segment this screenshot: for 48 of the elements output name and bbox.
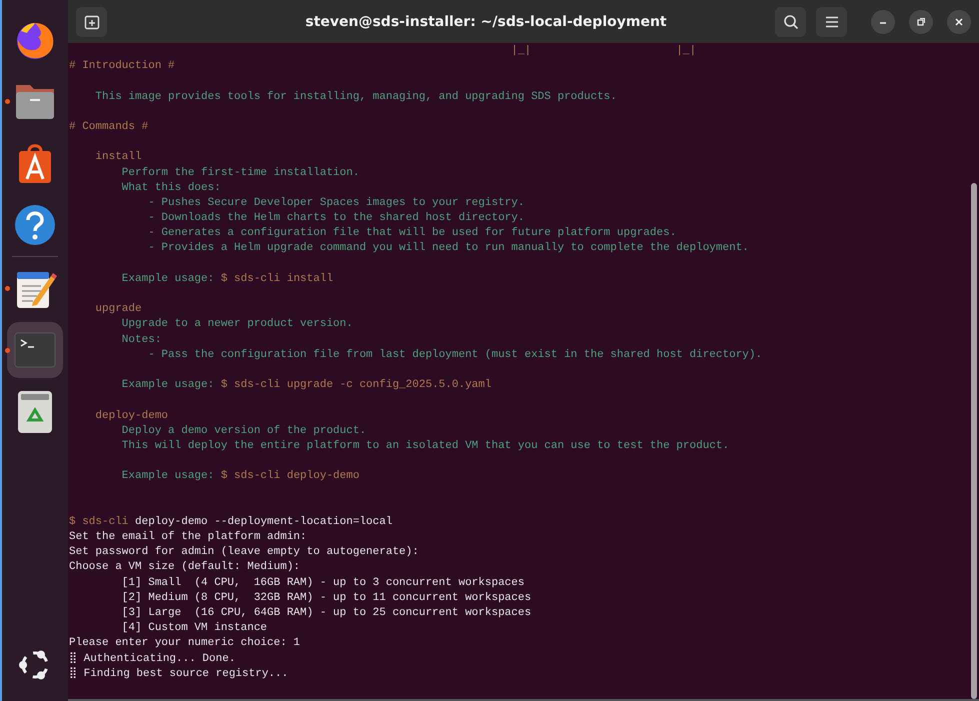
help-icon [13,203,57,247]
terminal-line: - Pass the configuration file from last deployment (must exist in the shared host directory). [147,348,764,363]
terminal-line: ⣿ Finding best source registry... [69,666,290,682]
terminal-line: Example usage: $ sds-cli upgrade -c config_2025.5.0.yaml [120,378,492,394]
terminal-line: deploy-demo [94,408,170,424]
terminal-line: This image provides tools for installing, managing, and upgrading SDS products. [94,90,618,105]
scrollbar-thumb[interactable] [971,183,977,699]
terminal-line: Choose a VM size (default: Medium): [69,560,302,576]
new-tab-icon [84,14,100,30]
terminal-line: Notes: [120,332,162,348]
restore-icon [916,16,926,26]
terminal-line: Example usage: $ sds-cli install [120,272,334,287]
terminal-line: Example usage: $ sds-cli deploy-demo [120,469,360,484]
minimize-button[interactable] [871,10,895,34]
window-title: steven@sds-installer: ~/sds-local-deployment [304,14,668,30]
close-icon [954,16,964,26]
terminal-line: $ sds-cli deploy-demo --deployment-location=local [69,514,394,530]
terminal-line: # Introduction # [69,59,176,74]
terminal-line: - Pushes Secure Developer Spaces images to your registry. [147,196,526,211]
new-tab-button[interactable] [76,6,107,36]
terminal-line: - Downloads the Helm charts to the shared host directory. [147,211,526,226]
terminal-line: This will deploy the entire platform to an isolated VM that you can use to test the product. [120,438,730,454]
close-button[interactable] [947,10,971,34]
terminal-line: |_| |_| [510,44,698,59]
menu-button[interactable] [816,6,847,36]
terminal-line: install [94,150,143,166]
terminal-line: [3] Large (16 CPU, 64GB RAM) - up to 25 concurrent workspaces [120,606,532,621]
terminal-line: [1] Small (4 CPU, 16GB RAM) - up to 3 concurrent workspaces [120,576,526,591]
terminal-line: [4] Custom VM instance [120,621,268,636]
terminal-line: Deploy a demo version of the product. [120,424,368,439]
terminal-line: ⣿ Authenticating... Done. [69,652,236,666]
search-icon [782,14,798,30]
search-button[interactable] [775,6,806,36]
terminal-icon [14,332,56,368]
terminal-line: Perform the first-time installation. [120,166,360,180]
terminal-line: upgrade [94,302,143,318]
terminal-line: - Provides a Helm upgrade command you will need to run manually to complete the deployment. [147,241,750,256]
terminal-line: - Generates a configuration file that will be used for future platform upgrades. [147,226,678,242]
terminal-line: Set password for admin (leave empty to autogenerate): [69,545,420,560]
terminal-line: Upgrade to a newer product version. [120,317,354,332]
terminal-line: # Commands # [69,120,150,135]
menu-icon [824,16,838,28]
terminal-line: Please enter your numeric choice: 1 [69,636,302,652]
terminal-line: [2] Medium (8 CPU, 32GB RAM) - up to 11 concurrent workspaces [120,590,532,606]
maximize-button[interactable] [909,10,933,34]
terminal-line: Set the email of the platform admin: [69,530,308,545]
recycle-bin-icon [17,390,53,434]
terminal-line: What this does: [120,180,222,196]
